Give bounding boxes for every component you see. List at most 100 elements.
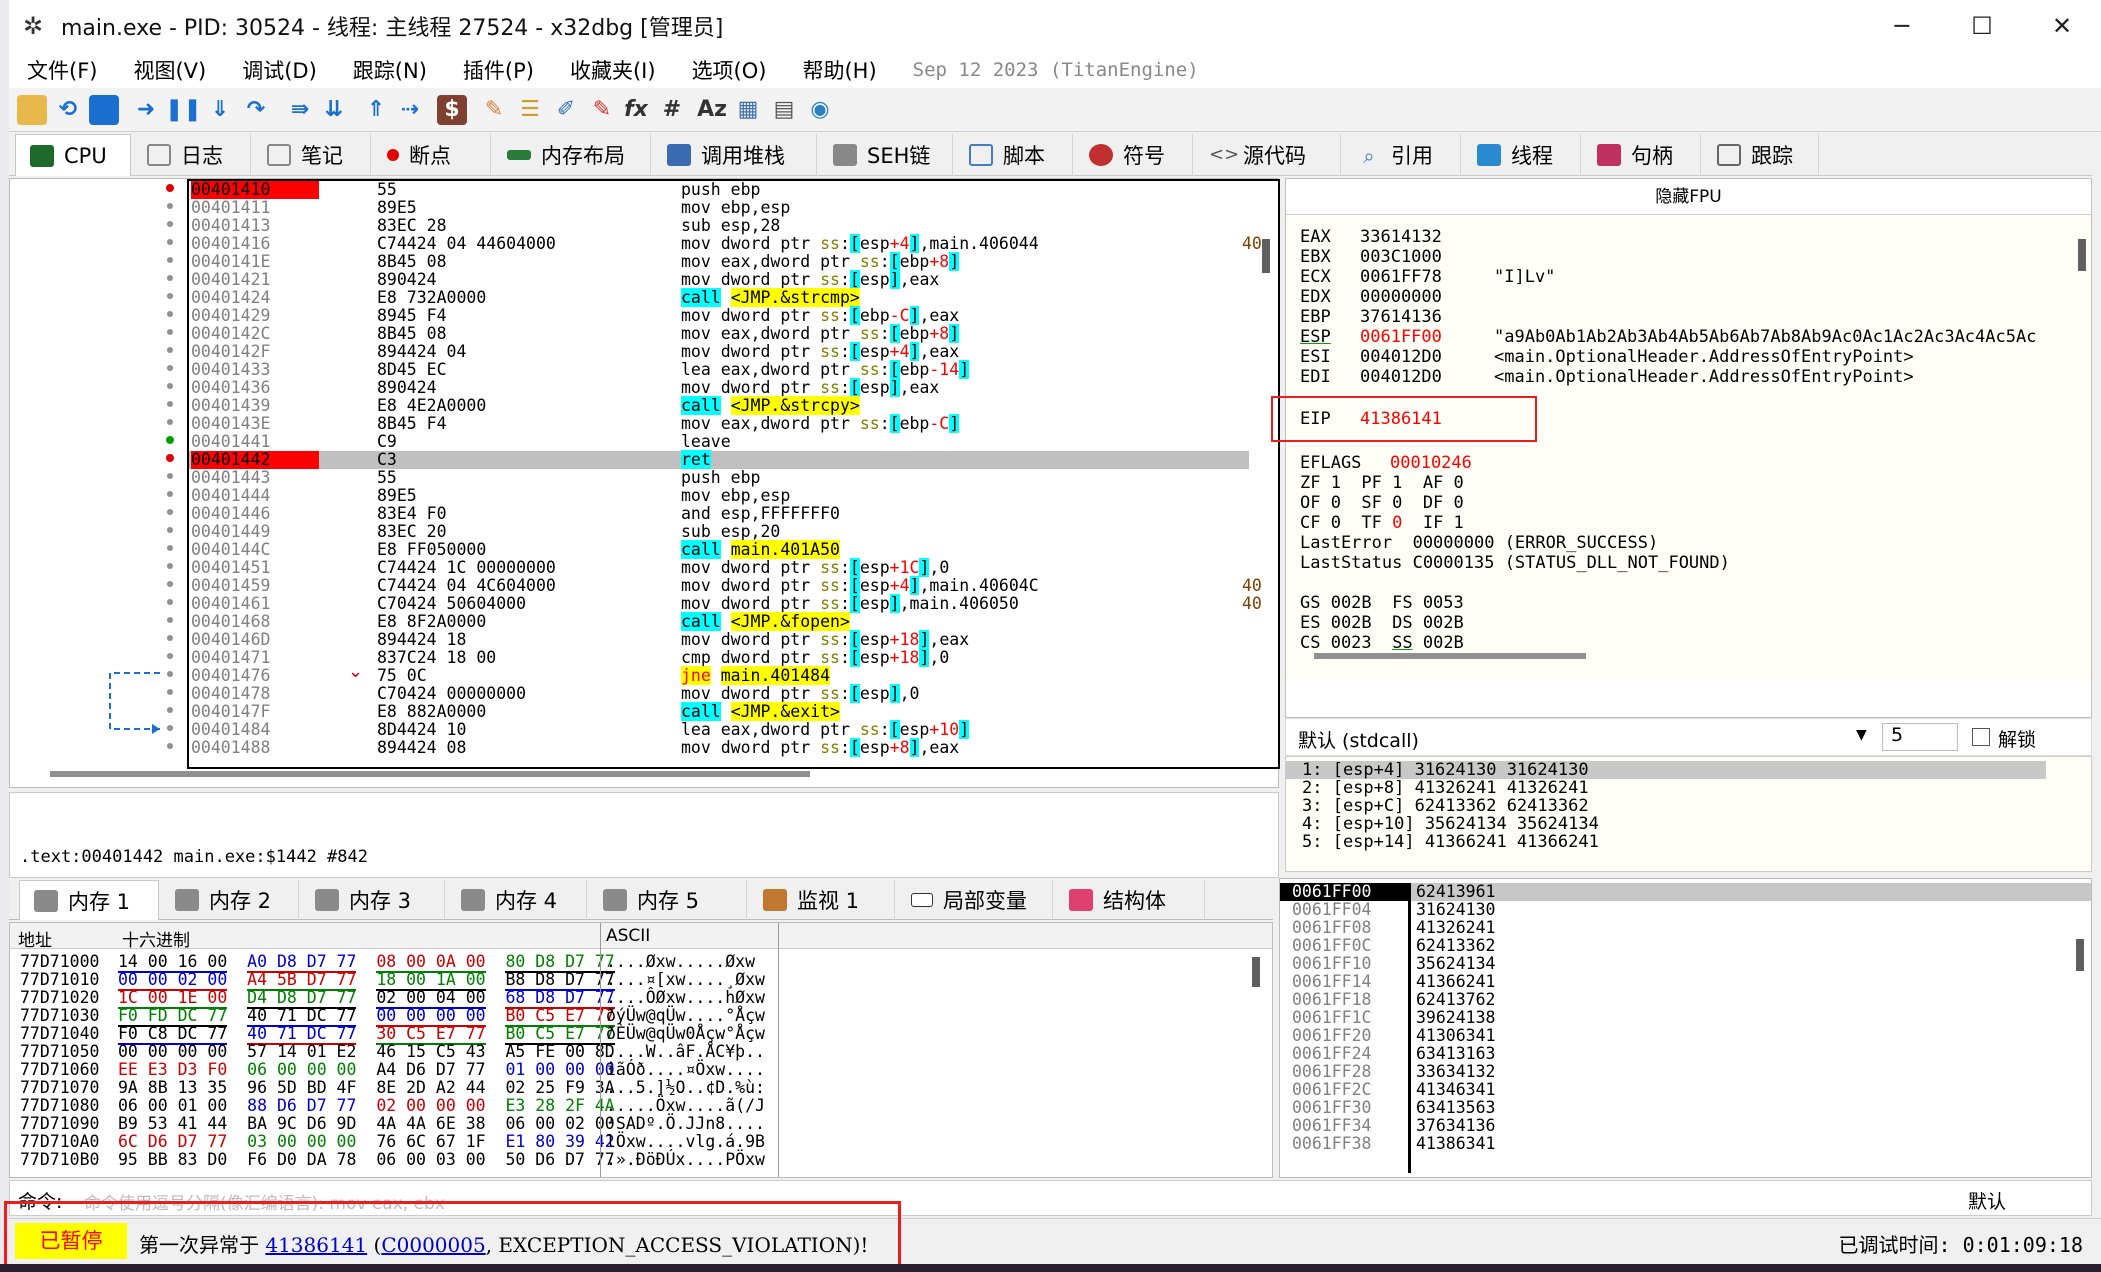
line-dot-icon[interactable]: [167, 599, 173, 605]
memory-tab-2[interactable]: 内存 2: [161, 880, 299, 920]
hash-icon[interactable]: #: [657, 95, 687, 125]
flags-row-2[interactable]: CF 0 TF 0 IF 1: [1300, 513, 1464, 533]
last-error[interactable]: LastError 00000000 (ERROR_SUCCESS): [1300, 533, 1658, 553]
memory-tab-7[interactable]: 局部变量: [897, 880, 1053, 920]
open-icon[interactable]: [17, 95, 47, 125]
globe-icon[interactable]: ◉: [805, 95, 835, 125]
line-dot-icon[interactable]: [167, 725, 173, 731]
line-dot-icon[interactable]: [167, 401, 173, 407]
disasm-row[interactable]: 00401484 8D4424 10 lea eax,dword ptr ss:[e…: [189, 720, 1249, 739]
stack-row[interactable]: 0061FF30 63413563: [1280, 1099, 2091, 1117]
disasm-row[interactable]: 00401441 C9 leave: [189, 433, 1249, 451]
register-esi[interactable]: ESI 004012D0 <main.OptionalHeader.AddressO…: [1300, 347, 1914, 367]
tab-seh-chain[interactable]: SEH链: [819, 134, 953, 176]
disasm-row[interactable]: 00401433 8D45 EC lea eax,dword ptr ss:[ebp…: [189, 360, 1249, 379]
stack-row[interactable]: 0061FF0C 62413362: [1280, 937, 2091, 955]
memory-tab-3[interactable]: 内存 3: [301, 880, 445, 920]
disasm-scrollbar[interactable]: [1262, 239, 1270, 273]
patch-icon[interactable]: ✎: [479, 95, 509, 125]
line-dot-icon[interactable]: [167, 707, 173, 713]
line-dot-icon[interactable]: [167, 347, 173, 353]
stack-row[interactable]: 0061FF38 41386341: [1280, 1135, 2091, 1153]
line-dot-icon[interactable]: [167, 509, 173, 515]
line-dot-icon[interactable]: [167, 581, 173, 587]
trace-into-icon[interactable]: ⇛: [285, 95, 315, 125]
stack-row[interactable]: 0061FF04 31624130: [1280, 901, 2091, 919]
breakpoint-dot-icon[interactable]: [166, 184, 174, 192]
register-edx[interactable]: EDX 00000000: [1300, 287, 1494, 307]
stack-row[interactable]: 0061FF24 63413163: [1280, 1045, 2091, 1063]
maximize-button[interactable]: ☐: [1942, 0, 2022, 52]
stop-icon[interactable]: [89, 95, 119, 125]
execute-till-return-icon[interactable]: ⇑: [361, 95, 391, 125]
hide-fpu-toggle[interactable]: 隐藏FPU: [1286, 179, 2091, 215]
memory-tab-5[interactable]: 内存 5: [589, 880, 747, 920]
line-dot-icon[interactable]: [167, 275, 173, 281]
line-dot-icon[interactable]: [167, 545, 173, 551]
tab-cpu[interactable]: CPU: [15, 134, 131, 176]
disasm-row[interactable]: 00401424 E8 732A0000 call <JMP.&strcmp>: [189, 288, 1249, 307]
disasm-row[interactable]: 00401449 83EC 20 sub esp,20: [189, 523, 1249, 541]
register-eflags[interactable]: EFLAGS 00010246: [1300, 453, 1524, 473]
line-dot-icon[interactable]: [167, 257, 173, 263]
disasm-row[interactable]: 00401443 55 push ebp: [189, 469, 1249, 487]
tab-symbols[interactable]: 符号: [1075, 134, 1193, 176]
tab-call-stack[interactable]: 调用堆栈: [653, 134, 817, 176]
line-dot-icon[interactable]: [167, 563, 173, 569]
tab-script[interactable]: 脚本: [955, 134, 1073, 176]
calling-convention-select[interactable]: 默认 (stdcall): [1298, 726, 1419, 753]
stack-row[interactable]: 0061FF20 41306341: [1280, 1027, 2091, 1045]
chevron-down-icon[interactable]: ▼: [1856, 727, 1867, 743]
tab-trace[interactable]: 跟踪: [1703, 134, 1819, 176]
step-into-icon[interactable]: ⇓: [205, 95, 235, 125]
argument-row[interactable]: 5: [esp+14] 41366241 41366241: [1302, 833, 1599, 851]
stack-row[interactable]: 0061FF00 62413961: [1280, 883, 2091, 901]
restart-icon[interactable]: ⟲: [53, 95, 83, 125]
stack-row[interactable]: 0061FF14 41366241: [1280, 973, 2091, 991]
menu-help[interactable]: 帮助(H): [802, 55, 876, 85]
stack-row[interactable]: 0061FF34 37634136: [1280, 1117, 2091, 1135]
memory-tab-4[interactable]: 内存 4: [447, 880, 587, 920]
unlock-checkbox[interactable]: [1972, 728, 1990, 746]
stack-row[interactable]: 0061FF2C 41346341: [1280, 1081, 2091, 1099]
stack-row[interactable]: 0061FF28 33634132: [1280, 1063, 2091, 1081]
line-dot-icon[interactable]: [167, 527, 173, 533]
comment-icon[interactable]: ☰: [515, 95, 545, 125]
line-dot-icon[interactable]: [167, 635, 173, 641]
disasm-horizontal-scrollbar[interactable]: [50, 771, 810, 777]
minimize-button[interactable]: ─: [1862, 0, 1942, 52]
stack-row[interactable]: 0061FF08 41326241: [1280, 919, 2091, 937]
label-icon[interactable]: ✐: [551, 95, 581, 125]
disasm-row[interactable]: 00401478 C70424 00000000 mov dword ptr ss:…: [189, 684, 1249, 703]
register-ebx[interactable]: EBX 003C1000: [1300, 247, 1494, 267]
disasm-row[interactable]: 00401444 89E5 mov ebp,esp: [189, 487, 1249, 505]
menu-favourites[interactable]: 收藏夹(I): [570, 55, 656, 85]
line-dot-icon[interactable]: [167, 293, 173, 299]
register-eax[interactable]: EAX 33614132: [1300, 227, 1494, 247]
line-dot-icon[interactable]: [167, 617, 173, 623]
tab-memory-map[interactable]: 内存布局: [493, 134, 651, 176]
arg-count-spinner[interactable]: 5: [1882, 723, 1958, 751]
tab-threads[interactable]: 线程: [1463, 134, 1581, 176]
run-to-user-code-icon[interactable]: ⇢: [395, 95, 425, 125]
register-ebp[interactable]: EBP 37614136: [1300, 307, 1494, 327]
disasm-row[interactable]: 00401421 890424 mov dword ptr ss:[esp],eax: [189, 270, 1249, 289]
disasm-row[interactable]: 0040144C E8 FF050000 call main.401A50: [189, 540, 1249, 559]
memory-tab-1[interactable]: 内存 1: [19, 880, 159, 920]
disasm-row[interactable]: 0040142C 8B45 08 mov eax,dword ptr ss:[ebp…: [189, 324, 1249, 343]
flags-row-0[interactable]: ZF 1 PF 1 AF 0: [1300, 473, 1464, 493]
disasm-row[interactable]: 00401411 89E5 mov ebp,esp: [189, 199, 1249, 217]
line-dot-icon[interactable]: [167, 365, 173, 371]
line-dot-icon[interactable]: [167, 311, 173, 317]
flags-row-1[interactable]: OF 0 SF 0 DF 0: [1300, 493, 1464, 513]
tab-notes[interactable]: 笔记: [253, 134, 371, 176]
pause-icon[interactable]: ❚❚: [165, 95, 202, 125]
disasm-row[interactable]: 00401459 C74424 04 4C604000 mov dword ptr …: [189, 576, 1262, 595]
disasm-row[interactable]: 00401442 C3 ret: [189, 450, 1249, 469]
disasm-row[interactable]: 00401446 83E4 F0 and esp,FFFFFFF0: [189, 505, 1249, 523]
line-dot-icon[interactable]: [166, 436, 174, 444]
disasm-row[interactable]: 00401451 C74424 1C 00000000 mov dword ptr …: [189, 558, 1249, 577]
line-dot-icon[interactable]: [167, 473, 173, 479]
line-dot-icon[interactable]: [167, 671, 173, 677]
argument-row[interactable]: 4: [esp+10] 35624134 35624134: [1302, 815, 1599, 833]
